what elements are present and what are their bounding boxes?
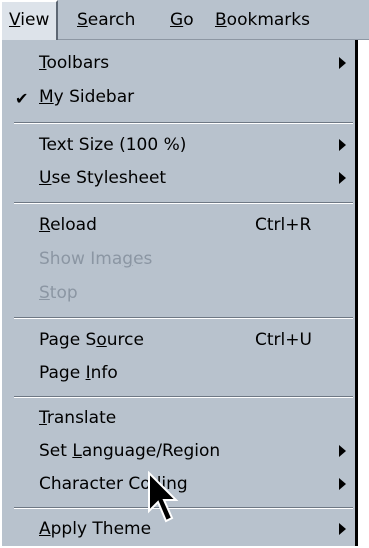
menu-view-label: iew xyxy=(20,10,50,30)
menu-separator xyxy=(14,122,353,124)
menu-item-use-stylesheet[interactable]: Use Stylesheet xyxy=(2,163,355,197)
menu-bookmarks[interactable]: Bookmarks xyxy=(208,0,317,40)
menu-go-label: o xyxy=(183,10,194,30)
menu-item-label: Toolbars xyxy=(39,53,110,73)
menu-item-apply-theme[interactable]: Apply Theme xyxy=(2,514,355,548)
menu-view[interactable]: View xyxy=(0,0,59,40)
submenu-arrow-icon xyxy=(339,445,346,457)
menu-item-label: Show Images xyxy=(39,249,153,269)
menu-item-reload[interactable]: Reload Ctrl+R xyxy=(2,210,355,244)
menu-item-label: Use Stylesheet xyxy=(39,168,167,188)
menu-item-label: Page Info xyxy=(39,363,118,383)
menu-search[interactable]: Search xyxy=(70,0,142,40)
menu-go-mnemonic: G xyxy=(170,10,184,30)
menu-item-label: Translate xyxy=(39,408,117,428)
menu-item-label: Character Coding xyxy=(39,474,188,494)
menu-item-page-info[interactable]: Page Info xyxy=(2,358,355,392)
menu-go[interactable]: Go xyxy=(163,0,201,40)
menu-search-mnemonic: S xyxy=(77,10,88,30)
menu-separator xyxy=(14,202,353,204)
menu-item-translate[interactable]: Translate xyxy=(2,403,355,437)
submenu-arrow-icon xyxy=(339,57,346,69)
menu-item-my-sidebar[interactable]: ✔ My Sidebar xyxy=(2,82,355,116)
menu-item-label: Page Source xyxy=(39,330,144,350)
menu-item-toolbars[interactable]: Toolbars xyxy=(2,48,355,82)
menu-separator xyxy=(14,396,353,398)
checkmark-icon: ✔ xyxy=(15,89,29,108)
menu-item-character-coding[interactable]: Character Coding xyxy=(2,469,355,503)
menu-separator xyxy=(14,507,353,509)
menu-search-label: earch xyxy=(87,10,136,30)
menu-item-label: Stop xyxy=(39,283,78,303)
menu-item-label: My Sidebar xyxy=(39,87,135,107)
menu-item-stop: Stop xyxy=(2,278,355,312)
submenu-arrow-icon xyxy=(339,523,346,535)
menu-item-page-source[interactable]: Page Source Ctrl+U xyxy=(2,325,355,359)
submenu-arrow-icon xyxy=(339,139,346,151)
menu-item-text-size[interactable]: Text Size (100 %) xyxy=(2,130,355,164)
shortcut-label: Ctrl+U xyxy=(255,330,312,350)
menubar: View Search Go Bookmarks xyxy=(0,0,369,40)
menu-item-label: Apply Theme xyxy=(39,519,152,539)
menu-view-mnemonic: V xyxy=(9,10,21,30)
menu-item-set-language-region[interactable]: Set Language/Region xyxy=(2,436,355,470)
menu-item-label: Set Language/Region xyxy=(39,441,221,461)
submenu-arrow-icon xyxy=(339,478,346,490)
menu-bookmarks-label: ookmarks xyxy=(226,10,310,30)
submenu-arrow-icon xyxy=(339,172,346,184)
menu-separator xyxy=(14,317,353,319)
menu-item-label: Text Size (100 %) xyxy=(39,135,187,155)
menu-item-show-images: Show Images xyxy=(2,244,355,278)
menu-bookmarks-mnemonic: B xyxy=(215,10,227,30)
view-menu-dropdown: Toolbars ✔ My Sidebar Text Size (100 %) … xyxy=(0,40,358,546)
menu-item-label: Reload xyxy=(39,215,97,235)
shortcut-label: Ctrl+R xyxy=(255,215,312,235)
